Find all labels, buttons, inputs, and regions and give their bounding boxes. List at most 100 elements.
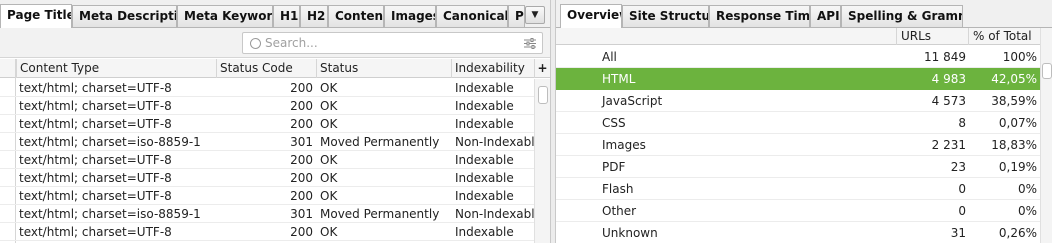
overview-percent: 38,59% (991, 94, 1037, 108)
cell-status: Moved Permanently (320, 207, 440, 221)
tabs-overflow-dropdown[interactable]: ▼ (525, 6, 545, 24)
overview-percent: 0,26% (998, 226, 1037, 240)
overview-urls: 23 (950, 160, 966, 174)
cell-indexability: Non-Indexable (455, 135, 534, 149)
column-header-indexability[interactable]: Indexability (451, 59, 534, 78)
table-row[interactable]: text/html; charset=UTF-8 200 OK Indexable (0, 223, 534, 241)
scrollbar-thumb[interactable] (1042, 63, 1052, 79)
overview-label: Flash (602, 182, 634, 196)
tab-overview[interactable]: Overview (560, 4, 622, 28)
tab-content[interactable]: Content (328, 5, 384, 27)
cell-content-type: text/html; charset=UTF-8 (19, 81, 172, 95)
table-row[interactable]: text/html; charset=iso-8859-1 301 Moved Pe… (0, 133, 534, 151)
cell-indexability: Indexable (455, 171, 514, 185)
cell-indexability: Indexable (455, 225, 514, 239)
column-header-content-type[interactable]: Content Type (16, 59, 216, 78)
tab-h2[interactable]: H2 (300, 5, 328, 27)
tab-meta-keywords[interactable]: Meta Keywords (177, 5, 273, 27)
tab-response-times[interactable]: Response Times (709, 5, 810, 27)
overview-urls: 31 (950, 226, 966, 240)
column-header-status[interactable]: Status (316, 59, 451, 78)
column-header-percent-total[interactable]: % of Total (968, 28, 1040, 45)
table-row[interactable]: text/html; charset=iso-8859-1 301 Moved Pe… (0, 205, 534, 223)
search-box[interactable] (242, 32, 543, 54)
table-row[interactable]: text/html; charset=UTF-8 200 OK Indexable (0, 115, 534, 133)
cell-indexability: Indexable (455, 81, 514, 95)
search-input[interactable] (265, 34, 515, 52)
overview-label: Unknown (602, 226, 658, 240)
tab-api[interactable]: API (810, 5, 841, 27)
tab-page-titles[interactable]: Page Titles (0, 4, 72, 28)
cell-indexability: Indexable (455, 99, 514, 113)
overview-row-images[interactable]: Images 2 231 18,83% (556, 134, 1040, 156)
overview-row-javascript[interactable]: JavaScript 4 573 38,59% (556, 90, 1040, 112)
cell-content-type: text/html; charset=iso-8859-1 (19, 207, 201, 221)
overview-row-css[interactable]: CSS 8 0,07% (556, 112, 1040, 134)
overview-urls: 2 231 (931, 138, 966, 152)
overview-row-all[interactable]: All 11 849 100% (556, 46, 1040, 68)
overview-urls: 4 573 (931, 94, 966, 108)
left-panel: Content Type Status Code Status Indexabi… (0, 27, 550, 243)
table-row[interactable]: text/html; charset=UTF-8 200 OK Indexable (0, 151, 534, 169)
overview-urls: 0 (958, 182, 966, 196)
overview-scrollbar[interactable] (1040, 28, 1052, 243)
overview-label: Images (602, 138, 646, 152)
cell-status-code: 301 (290, 207, 313, 221)
overview-header: URLs % of Total (556, 28, 1040, 45)
table-scrollbar[interactable] (534, 79, 550, 243)
column-header-urls[interactable]: URLs (896, 28, 968, 45)
cell-content-type: text/html; charset=UTF-8 (19, 189, 172, 203)
cell-content-type: text/html; charset=UTF-8 (19, 171, 172, 185)
scrollbar-thumb[interactable] (538, 86, 548, 104)
overview-row-unknown[interactable]: Unknown 31 0,26% (556, 222, 1040, 243)
overview-percent: 42,05% (991, 72, 1037, 86)
cell-status-code: 200 (290, 81, 313, 95)
table-row[interactable]: text/html; charset=UTF-8 200 OK Indexable (0, 169, 534, 187)
tab-h1[interactable]: H1 (273, 5, 300, 27)
overview-label: All (602, 50, 617, 64)
overview-urls: 4 983 (931, 72, 966, 86)
overview-label: JavaScript (602, 94, 663, 108)
cell-content-type: text/html; charset=UTF-8 (19, 153, 172, 167)
search-icon (250, 38, 261, 49)
overview-panel: URLs % of Total All 11 849 100% HTML 4 983 42… (556, 27, 1052, 243)
overview-percent: 0,19% (998, 160, 1037, 174)
cell-status: Moved Permanently (320, 135, 440, 149)
cell-status-code: 301 (290, 135, 313, 149)
overview-label: CSS (602, 116, 626, 130)
crawl-table: text/html; charset=UTF-8 200 OK Indexable te… (0, 79, 534, 241)
filter-toolbar (0, 28, 550, 58)
tab-meta-description[interactable]: Meta Description (72, 5, 177, 27)
tab-pagination[interactable]: Pa (508, 5, 525, 27)
overview-row-pdf[interactable]: PDF 23 0,19% (556, 156, 1040, 178)
tab-site-structure[interactable]: Site Structure (622, 5, 709, 27)
add-column-button[interactable]: + (534, 59, 550, 78)
overview-row-flash[interactable]: Flash 0 0% (556, 178, 1040, 200)
column-header-status-code[interactable]: Status Code (216, 59, 316, 78)
cell-indexability: Non-Indexable (455, 207, 534, 221)
cell-status: OK (320, 99, 338, 113)
cell-status: OK (320, 189, 338, 203)
cell-content-type: text/html; charset=UTF-8 (19, 225, 172, 239)
tab-spelling-grammar[interactable]: Spelling & Grammar (841, 5, 963, 27)
overview-label: Other (602, 204, 637, 218)
table-row[interactable]: text/html; charset=UTF-8 200 OK Indexable (0, 97, 534, 115)
tab-images[interactable]: Images (384, 5, 436, 27)
overview-percent: 0% (1017, 204, 1037, 218)
overview-row-html[interactable]: HTML 4 983 42,05% (556, 68, 1040, 90)
cell-status: OK (320, 153, 338, 167)
cell-status-code: 200 (290, 99, 313, 113)
overview-row-other[interactable]: Other 0 0% (556, 200, 1040, 222)
cell-indexability: Indexable (455, 189, 514, 203)
cell-status: OK (320, 225, 338, 239)
overview-percent: 100% (1002, 50, 1037, 64)
tab-canonicals[interactable]: Canonicals (436, 5, 508, 27)
cell-content-type: text/html; charset=UTF-8 (19, 99, 172, 113)
table-row[interactable]: text/html; charset=UTF-8 200 OK Indexable (0, 79, 534, 97)
overview-label: PDF (602, 160, 626, 174)
table-row[interactable]: text/html; charset=UTF-8 200 OK Indexable (0, 187, 534, 205)
cell-status: OK (320, 81, 338, 95)
filter-settings-icon[interactable] (524, 38, 536, 49)
chevron-down-icon: ▼ (531, 10, 539, 20)
cell-status-code: 200 (290, 153, 313, 167)
